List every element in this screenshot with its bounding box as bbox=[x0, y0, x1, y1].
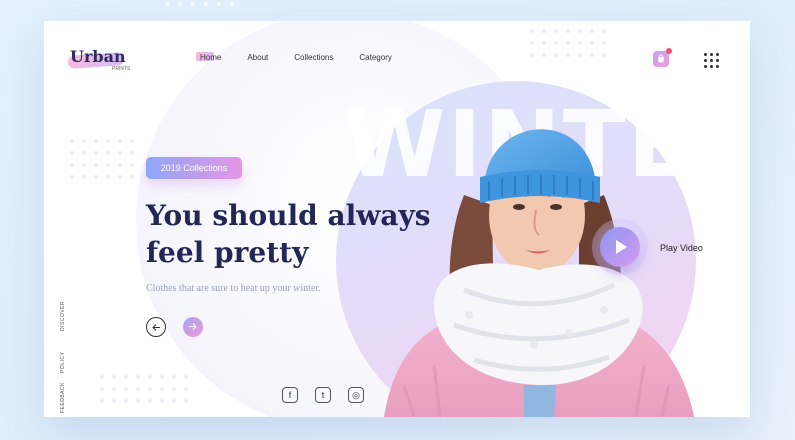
nav-home[interactable]: Home bbox=[195, 52, 221, 62]
nav-category[interactable]: Category bbox=[359, 53, 391, 62]
cart-icon bbox=[658, 54, 664, 63]
decor-dots-left bbox=[70, 139, 134, 179]
twitter-icon[interactable]: t bbox=[315, 387, 331, 403]
play-video-button[interactable] bbox=[592, 219, 648, 275]
decor-dots-bottom bbox=[100, 375, 188, 403]
brand-logo[interactable]: Urban PRINTS bbox=[67, 47, 130, 72]
play-button-core bbox=[600, 227, 640, 267]
instagram-icon[interactable]: ◎ bbox=[348, 387, 364, 403]
nav-about[interactable]: About bbox=[247, 53, 268, 62]
background-dots-top bbox=[165, 2, 234, 6]
main-nav: Home About Collections Category bbox=[195, 52, 418, 62]
side-link-feedback[interactable]: FEEDBACK bbox=[60, 382, 66, 413]
side-links: DISCOVER POLICY FEEDBACK bbox=[60, 291, 70, 413]
grid-menu-icon[interactable] bbox=[704, 53, 719, 68]
hero-heading: You should always feel pretty bbox=[146, 197, 466, 271]
decor-dots-right bbox=[530, 29, 606, 57]
next-button[interactable] bbox=[183, 317, 203, 337]
hero-tagline: Clothes that are sure to heat up your wi… bbox=[146, 283, 321, 294]
heading-line-1: You should always bbox=[146, 199, 431, 232]
heading-line-2: feel pretty bbox=[146, 236, 309, 269]
landing-page-card: WINTER bbox=[44, 21, 750, 417]
cart-button[interactable] bbox=[653, 48, 672, 67]
play-icon bbox=[616, 240, 627, 254]
side-link-policy[interactable]: POLICY bbox=[60, 352, 66, 373]
nav-collections[interactable]: Collections bbox=[294, 53, 333, 62]
facebook-icon[interactable]: f bbox=[282, 387, 298, 403]
brand-subtitle: PRINTS bbox=[112, 66, 131, 72]
collection-badge[interactable]: 2019 Collections bbox=[146, 157, 242, 179]
arrow-left-icon bbox=[152, 324, 160, 331]
play-video-label[interactable]: Play Video bbox=[660, 243, 703, 253]
brand-name: Urban bbox=[70, 47, 126, 66]
prev-button[interactable] bbox=[146, 317, 166, 337]
arrow-right-icon bbox=[189, 323, 197, 330]
side-link-discover[interactable]: DISCOVER bbox=[60, 301, 66, 331]
social-links: f t ◎ bbox=[282, 387, 364, 403]
